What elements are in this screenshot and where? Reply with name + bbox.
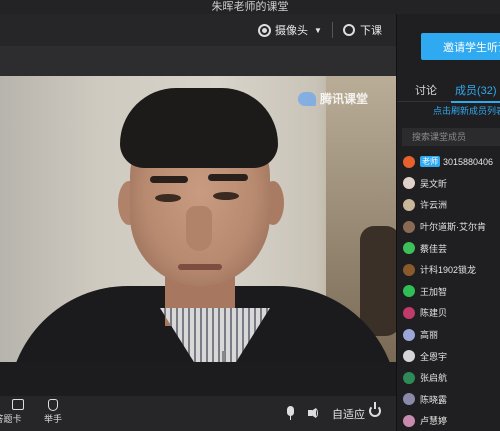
camera-icon bbox=[258, 23, 271, 37]
logo-text: 腾讯课堂 bbox=[320, 92, 369, 106]
title-bar: 朱晖老师的课堂 bbox=[0, 0, 500, 14]
member-name: 3015880406 bbox=[443, 156, 494, 167]
member-name: 卢慧婷 bbox=[420, 416, 448, 427]
raise-hand-label: 举手 bbox=[44, 414, 63, 424]
list-item[interactable]: 计科1902锁龙 bbox=[397, 259, 500, 281]
member-name: 叶尔道斯·艾尔肯 bbox=[420, 222, 486, 233]
avatar bbox=[403, 414, 415, 427]
list-item[interactable]: 张启航 bbox=[397, 367, 500, 389]
tab-members-label: 成员(32) bbox=[455, 85, 497, 97]
avatar bbox=[403, 198, 415, 211]
member-name: 陈晓露 bbox=[420, 394, 448, 405]
list-item[interactable]: 陈晓露 bbox=[397, 389, 500, 411]
adaptive-button[interactable]: 自适应 bbox=[332, 406, 365, 422]
list-item[interactable]: 蔡佳芸 bbox=[397, 237, 500, 259]
window-title: 朱晖老师的课堂 bbox=[211, 1, 289, 13]
list-item[interactable]: 高丽 bbox=[397, 324, 500, 346]
avatar bbox=[403, 155, 415, 168]
answer-card-button[interactable]: 答题卡 bbox=[0, 399, 24, 425]
hand-icon bbox=[48, 399, 58, 411]
end-class-label: 下课 bbox=[360, 25, 382, 37]
end-class-icon bbox=[343, 24, 355, 36]
raise-hand-button[interactable]: 举手 bbox=[44, 399, 62, 425]
avatar bbox=[403, 263, 415, 276]
member-name: 许云洲 bbox=[420, 200, 448, 211]
person-eye-left bbox=[155, 194, 181, 202]
camera-button[interactable]: 摄像头 ▼ bbox=[258, 22, 322, 38]
end-class-button[interactable]: 下课 bbox=[343, 22, 382, 38]
toolbar-divider bbox=[332, 22, 333, 38]
sub-toolbar bbox=[0, 46, 396, 76]
answer-card-icon bbox=[12, 399, 24, 410]
tab-members[interactable]: 成员(32) bbox=[451, 82, 500, 103]
active-tab-underline bbox=[451, 101, 500, 103]
member-name: 陈建贝 bbox=[420, 308, 448, 319]
list-item[interactable]: 许云洲 bbox=[397, 194, 500, 216]
teacher-video: 腾讯课堂 bbox=[0, 76, 396, 362]
member-name: 高丽 bbox=[420, 330, 439, 341]
list-item[interactable]: 王加智 bbox=[397, 281, 500, 303]
members-list: 老师 3015880406 吴文昕 许云洲 叶尔道斯·艾尔肯 蔡佳芸 计科190… bbox=[397, 151, 500, 431]
sidebar: 邀请学生听课 讨论 成员(32) 点击刷新成员列表 老师 3015880406 … bbox=[396, 14, 500, 431]
list-item[interactable]: 陈建贝 bbox=[397, 302, 500, 324]
speaker-icon[interactable] bbox=[308, 407, 318, 419]
list-item[interactable]: 全恩宇 bbox=[397, 345, 500, 367]
person-mouth bbox=[178, 264, 222, 270]
list-item[interactable]: 吴文昕 bbox=[397, 173, 500, 195]
member-search-input[interactable] bbox=[402, 128, 500, 146]
refresh-members-link[interactable]: 点击刷新成员列表 bbox=[433, 104, 500, 117]
avatar bbox=[403, 371, 415, 384]
tencent-logo-icon bbox=[298, 91, 316, 106]
sidebar-tabs: 讨论 成员(32) bbox=[397, 74, 500, 103]
person-hair bbox=[120, 88, 278, 168]
avatar bbox=[403, 242, 415, 255]
avatar bbox=[403, 393, 415, 406]
chevron-down-icon: ▼ bbox=[314, 25, 322, 35]
member-name: 蔡佳芸 bbox=[420, 243, 448, 254]
member-name: 全恩宇 bbox=[420, 351, 448, 362]
list-item[interactable]: 卢慧婷 bbox=[397, 410, 500, 431]
bottom-toolbar: 答题卡 举手 自适应 bbox=[0, 396, 396, 431]
avatar bbox=[403, 350, 415, 363]
teacher-badge: 老师 bbox=[420, 156, 440, 168]
avatar bbox=[403, 285, 415, 298]
member-name: 张启航 bbox=[420, 373, 448, 384]
person-zipper bbox=[222, 351, 225, 362]
list-item[interactable]: 叶尔道斯·艾尔肯 bbox=[397, 216, 500, 238]
top-toolbar: 摄像头 ▼ 下课 bbox=[0, 14, 396, 46]
tencent-classroom-logo: 腾讯课堂 bbox=[298, 90, 368, 107]
video-background-chair bbox=[360, 226, 396, 336]
avatar bbox=[403, 328, 415, 341]
list-item[interactable]: 老师 3015880406 bbox=[397, 151, 500, 173]
person-eye-right bbox=[213, 192, 239, 200]
person-brow-left bbox=[150, 176, 188, 183]
answer-card-label: 答题卡 bbox=[0, 414, 22, 424]
member-name: 王加智 bbox=[420, 286, 448, 297]
invite-students-button[interactable]: 邀请学生听课 bbox=[421, 33, 500, 60]
power-icon[interactable] bbox=[369, 402, 381, 417]
avatar bbox=[403, 306, 415, 319]
member-name: 计科1902锁龙 bbox=[420, 265, 477, 276]
speaker-wave bbox=[310, 407, 318, 419]
avatar bbox=[403, 220, 415, 233]
tab-discuss[interactable]: 讨论 bbox=[415, 82, 437, 98]
person-brow-right bbox=[208, 174, 248, 181]
member-name: 吴文昕 bbox=[420, 178, 448, 189]
avatar bbox=[403, 177, 415, 190]
microphone-icon[interactable] bbox=[287, 406, 294, 420]
person-nose bbox=[186, 206, 212, 251]
camera-label: 摄像头 bbox=[275, 25, 308, 37]
